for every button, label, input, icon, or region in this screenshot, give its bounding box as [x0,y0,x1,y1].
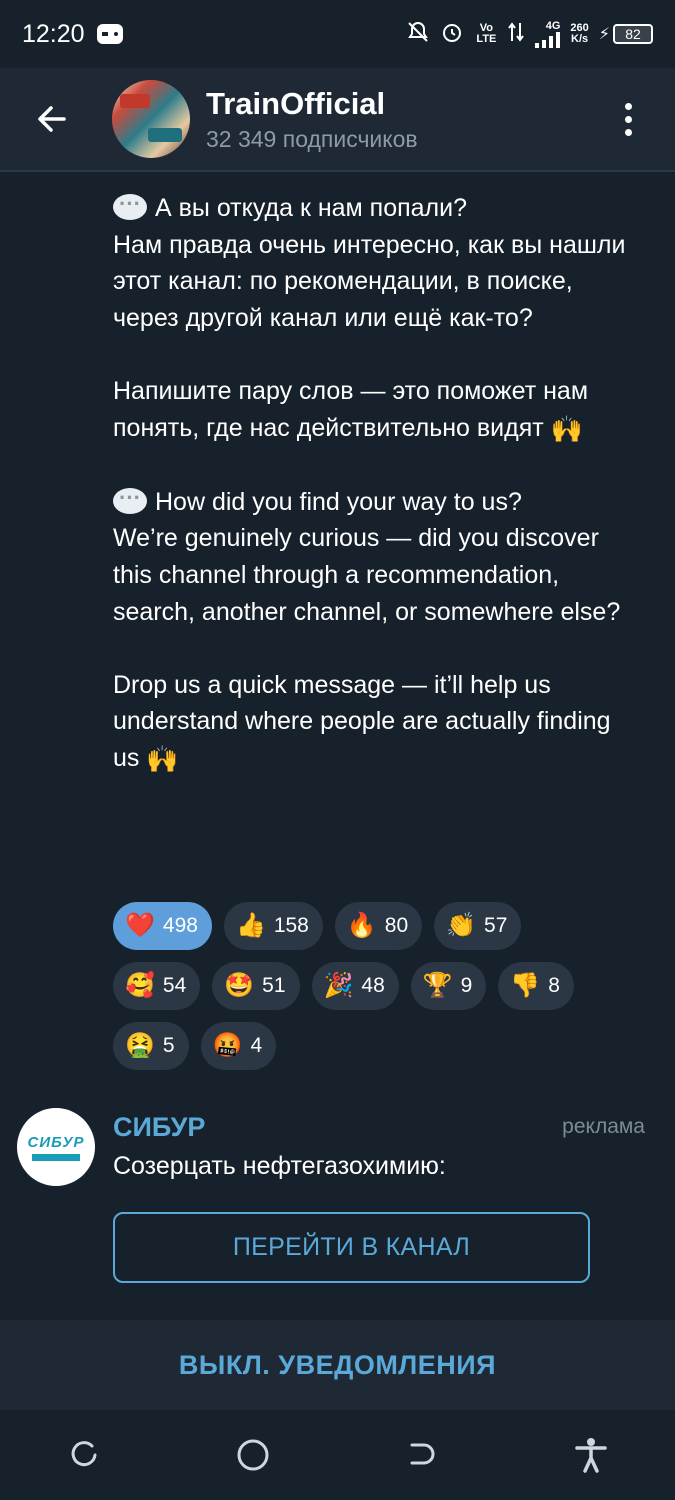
system-nav-bar [0,1410,675,1500]
post-en-call: Drop us a quick message — it’ll help us … [113,667,633,778]
mute-notifications-button[interactable]: ВЫКЛ. УВЕДОМЛЕНИЯ [0,1320,675,1410]
post-en-question: How did you find your way to us? [113,480,633,521]
swearing-face-icon: 🤬 [212,1032,243,1059]
data-arrows-icon [508,21,525,47]
party-popper-icon: 🎉 [323,972,354,999]
more-menu-button[interactable] [603,89,653,149]
notifications-off-icon [406,20,430,48]
raising-hands-icon: 🙌 [550,413,584,444]
battery-indicator: ⚡ 82 [599,24,653,44]
reaction-trophy[interactable]: 🏆 9 [410,962,487,1010]
raising-hands-icon: 🙌 [146,743,179,774]
go-to-channel-button[interactable]: ПЕРЕЙТИ В КАНАЛ [113,1212,590,1283]
sponsored-message: СИБУР СИБУР реклама Созерцать нефтегазох… [0,1100,675,1305]
post-ru-question: А вы откуда к нам попали? [113,186,633,227]
back-nav-icon [410,1443,435,1465]
channel-avatar[interactable] [112,80,190,158]
reaction-clap[interactable]: 👏 57 [434,902,522,950]
reaction-count: 9 [460,974,473,997]
status-time: 12:20 [22,19,85,48]
reaction-row: 🥰 54 🤩 51 🎉 48 🏆 9 👎 8 [113,962,633,1010]
ad-text: Созерцать нефтегазохимию: [113,1152,446,1180]
reactions: ❤️ 498 👍 158 🔥 80 👏 57 🥰 54 🤩 51 🎉 48 🏆 9 👎 8 🤮 5 … [113,902,633,1082]
reaction-swearing[interactable]: 🤬 4 [200,1022,277,1070]
ad-label[interactable]: реклама [562,1115,645,1139]
dot [624,128,632,136]
heart-icon: ❤️ [125,912,155,939]
reaction-fire[interactable]: 🔥 80 [334,902,423,950]
reaction-count: 5 [162,1034,175,1057]
accessibility-button[interactable] [561,1425,621,1485]
reaction-thumbs-up[interactable]: 👍 158 [223,902,323,950]
reaction-row: 🤮 5 🤬 4 [113,1022,633,1070]
smiling-face-hearts-icon: 🥰 [125,972,155,999]
recents-icon [71,1441,97,1467]
reaction-party[interactable]: 🎉 48 [311,962,399,1010]
reaction-thumbs-down[interactable]: 👎 8 [498,962,574,1010]
channel-post: А вы откуда к нам попали? Нам правда оче… [113,186,633,778]
channel-info[interactable]: TrainOfficial 32 349 подписчиков [206,86,418,153]
subscriber-count: 32 349 подписчиков [206,125,418,152]
back-nav-button[interactable] [392,1425,452,1485]
network-speed: 260 K/s [570,22,589,45]
reaction-count: 48 [361,974,385,997]
reaction-count: 4 [250,1034,263,1057]
home-button[interactable] [223,1425,283,1485]
trophy-icon: 🏆 [422,972,453,999]
speech-bubble-icon [113,186,147,223]
fire-icon: 🔥 [346,912,377,939]
channel-name: TrainOfficial [206,85,386,121]
reaction-count: 498 [162,914,198,937]
status-icons: Vo LTE 4G 260 K/s ⚡ 82 [406,20,653,48]
sponsor-logo-text: СИБУР [27,1133,85,1151]
accessibility-icon [574,1438,607,1473]
recents-button[interactable] [54,1425,114,1485]
clapping-hands-icon: 👏 [446,912,477,939]
reaction-smiling-hearts[interactable]: 🥰 54 [113,962,201,1010]
home-icon [237,1439,269,1471]
post-en-body: We’re genuinely curious — did you discov… [113,524,621,626]
vomiting-face-icon: 🤮 [125,1032,155,1059]
reaction-row: ❤️ 498 👍 158 🔥 80 👏 57 [113,902,633,950]
reaction-count: 54 [162,974,187,997]
reaction-count: 57 [484,914,508,937]
dot [624,115,632,123]
reaction-count: 51 [262,974,286,997]
volte-indicator: Vo LTE [476,22,497,45]
speech-bubble-icon [113,480,147,516]
post-ru-body: Нам правда очень интересно, как вы нашли… [113,230,633,332]
reaction-heart[interactable]: ❤️ 498 [113,902,212,950]
reaction-count: 8 [548,974,560,997]
signal-icon: 4G [534,19,561,48]
channel-header: TrainOfficial 32 349 подписчиков [0,68,675,172]
thumbs-up-icon: 👍 [235,912,266,939]
dot [624,102,632,110]
alarm-icon [440,20,464,48]
back-button[interactable] [17,84,87,154]
reaction-vomit[interactable]: 🤮 5 [113,1022,189,1070]
charging-icon: ⚡ [598,26,610,43]
thumbs-down-icon: 👎 [510,972,541,999]
reaction-count: 80 [384,914,409,937]
battery-level: 82 [613,24,653,44]
sponsor-logo-bar [32,1153,80,1161]
gamepad-icon [96,24,123,44]
reaction-star-struck[interactable]: 🤩 51 [212,962,300,1010]
status-bar: 12:20 Vo LTE 4G 260 K/s ⚡ 82 [0,0,675,68]
arrow-left-icon [38,106,66,132]
sponsor-name[interactable]: СИБУР [113,1112,205,1143]
sponsor-logo[interactable]: СИБУР [17,1108,95,1186]
reaction-count: 158 [273,914,309,937]
star-struck-icon: 🤩 [224,972,255,999]
network-type: 4G [545,19,561,32]
post-ru-call: Напишите пару слов — это поможет нам пон… [113,373,633,447]
